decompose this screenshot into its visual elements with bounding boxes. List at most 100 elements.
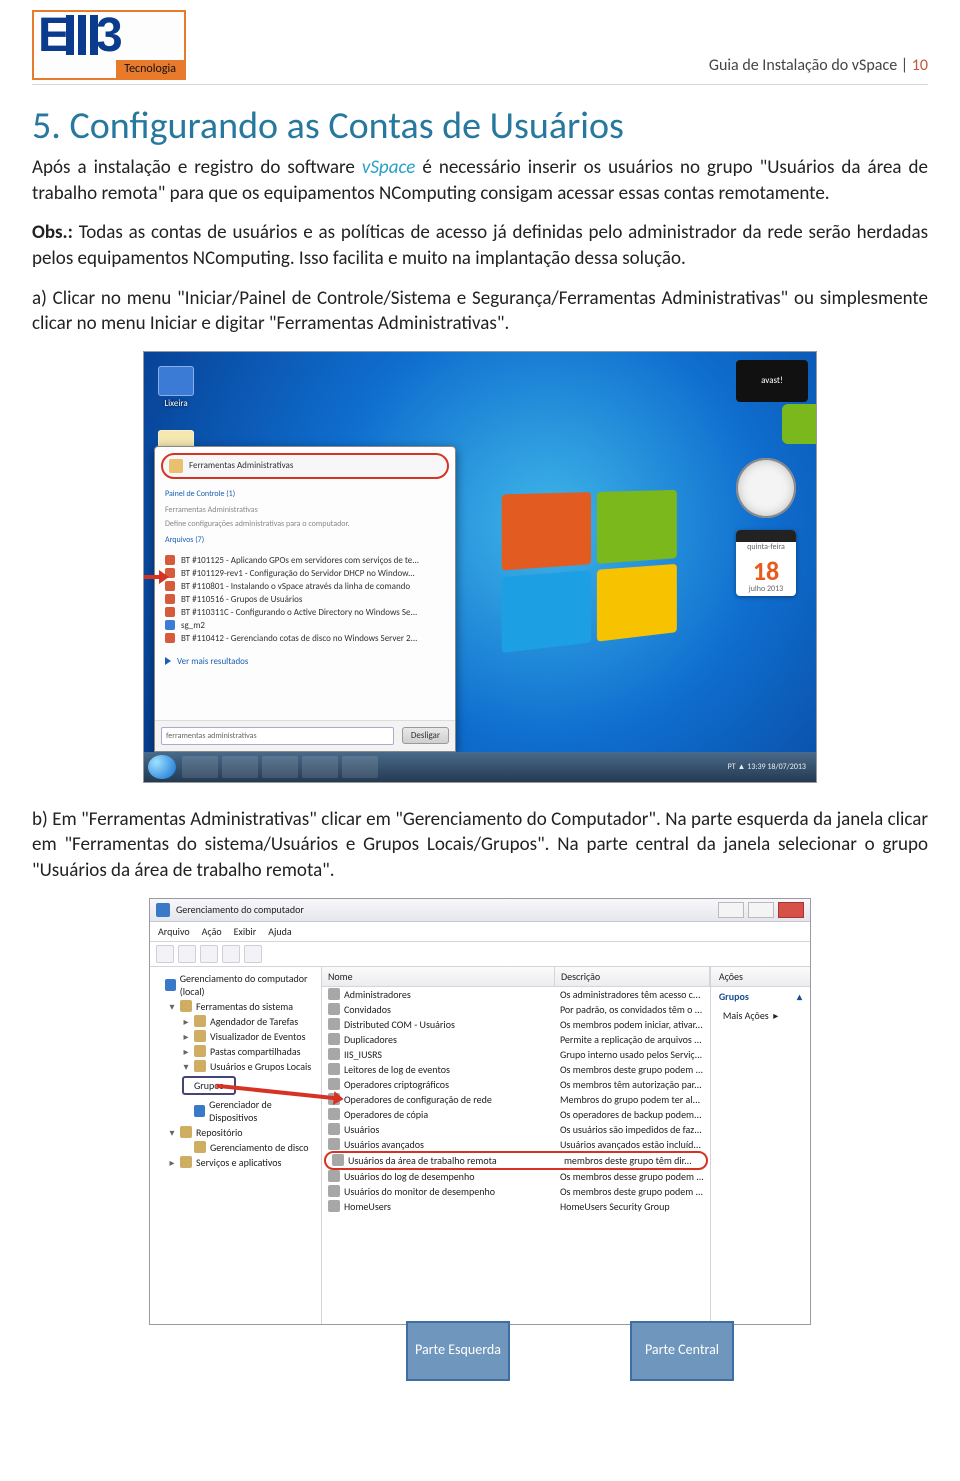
actions-header: Ações <box>711 967 810 987</box>
start-file-item[interactable]: BT #110516 - Grupos de Usuários <box>165 594 445 605</box>
start-hint-item[interactable]: Ferramentas Administrativas <box>155 503 455 517</box>
desktop-clock-gadget <box>736 458 796 518</box>
group-row[interactable]: Usuários do log de desempenhoOs membros … <box>322 1169 710 1184</box>
obs-label: Obs.: <box>32 221 73 244</box>
start-file-item[interactable]: BT #101125 - Aplicando GPOs em servidore… <box>165 555 445 566</box>
logo: E3 Tecnologia <box>32 10 186 80</box>
storage-icon <box>180 1126 192 1138</box>
label-parte-central: Parte Central <box>630 1321 734 1381</box>
start-result-ferramentas[interactable]: Ferramentas Administrativas <box>161 453 449 479</box>
minimize-button[interactable] <box>718 902 744 918</box>
start-file-item[interactable]: BT #110311C - Configurando o Active Dire… <box>165 607 445 618</box>
group-row[interactable]: Operadores de configuração de redeMembro… <box>322 1092 710 1107</box>
window-titlebar: Gerenciamento do computador <box>150 899 810 922</box>
group-icon <box>332 1154 344 1166</box>
actions-group: Grupos ▴ <box>711 987 810 1006</box>
group-row[interactable]: Usuários do monitor de desempenhoOs memb… <box>322 1184 710 1199</box>
tree-task-scheduler[interactable]: ▸Agendador de Tarefas <box>154 1014 317 1029</box>
gear-icon <box>180 1156 192 1168</box>
vspace-term: vSpace <box>362 156 415 179</box>
group-row[interactable]: Distributed COM - UsuáriosOs membros pod… <box>322 1017 710 1032</box>
group-row[interactable]: Operadores criptográficosOs membros têm … <box>322 1077 710 1092</box>
group-row[interactable]: ConvidadosPor padrão, os convidados têm … <box>322 1002 710 1017</box>
menu-exibir[interactable]: Exibir <box>234 925 257 938</box>
group-icon <box>328 1138 340 1150</box>
file-icon <box>165 555 175 565</box>
label-parte-esquerda: Parte Esquerda <box>406 1321 510 1381</box>
tree-shared-folders[interactable]: ▸Pastas compartilhadas <box>154 1044 317 1059</box>
shutdown-button[interactable]: Desligar <box>402 727 449 744</box>
start-see-more[interactable]: Ver mais resultados <box>155 650 455 673</box>
start-search-input[interactable]: ferramentas administrativas <box>161 727 394 745</box>
taskbar: PT ▲ 13:39 18/07/2013 <box>144 752 816 782</box>
clock-icon <box>194 1015 206 1027</box>
toolbar <box>150 942 810 967</box>
toolbar-up-icon[interactable] <box>200 945 218 963</box>
desktop-icon-recycle[interactable]: Lixeira <box>158 366 194 409</box>
meta-title: Guia de Instalação do vSpace <box>709 56 897 75</box>
computer-icon <box>165 979 176 991</box>
group-row[interactable]: Usuários avançadosUsuários avançados est… <box>322 1137 710 1152</box>
tree-pane: Gerenciamento do computador (local) ▾Fer… <box>150 967 322 1324</box>
group-icon <box>328 1033 340 1045</box>
taskbar-button[interactable] <box>342 756 378 778</box>
file-icon <box>165 607 175 617</box>
app-icon <box>156 903 170 917</box>
page-meta: Guia de Instalação do vSpace | 10 <box>709 56 928 75</box>
start-orb-icon[interactable] <box>148 755 176 779</box>
taskbar-button[interactable] <box>262 756 298 778</box>
logo-subtext: Tecnologia <box>116 60 184 78</box>
start-file-item[interactable]: BT #110801 - Instalando o vSpace através… <box>165 581 445 592</box>
tree-disk-management[interactable]: Gerenciamento de disco <box>154 1140 317 1155</box>
chevron-right-icon <box>165 657 171 665</box>
group-icon <box>328 988 340 1000</box>
folder-icon <box>194 1045 206 1057</box>
group-row[interactable]: Operadores de cópiaOs operadores de back… <box>322 1107 710 1122</box>
tree-system-tools[interactable]: ▾Ferramentas do sistema <box>154 999 317 1014</box>
group-icon <box>328 1018 340 1030</box>
start-file-list: BT #101125 - Aplicando GPOs em servidore… <box>155 549 455 650</box>
disk-icon <box>194 1141 206 1153</box>
menu-acao[interactable]: Ação <box>202 925 222 938</box>
taskbar-button[interactable] <box>302 756 338 778</box>
taskbar-button[interactable] <box>182 756 218 778</box>
group-row[interactable]: UsuáriosOs usuários são impedidos de faz… <box>322 1122 710 1137</box>
toolbar-help-icon[interactable] <box>244 945 262 963</box>
group-row[interactable]: HomeUsersHomeUsers Security Group <box>322 1199 710 1214</box>
group-row[interactable]: Leitores de log de eventosOs membros des… <box>322 1062 710 1077</box>
windows-logo-icon <box>502 490 677 653</box>
group-row[interactable]: AdministradoresOs administradores têm ac… <box>322 987 710 1002</box>
section-title: 5. Configurando as Contas de Usuários <box>32 103 928 149</box>
column-header-name[interactable]: Nome <box>322 967 555 986</box>
logo-stripes <box>66 15 98 55</box>
menu-arquivo[interactable]: Arquivo <box>158 925 190 938</box>
chevron-up-icon[interactable]: ▴ <box>797 990 802 1003</box>
system-tray[interactable]: PT ▲ 13:39 18/07/2013 <box>728 762 806 772</box>
tree-device-manager[interactable]: Gerenciador de Dispositivos <box>154 1097 317 1125</box>
menu-ajuda[interactable]: Ajuda <box>268 925 291 938</box>
taskbar-button[interactable] <box>222 756 258 778</box>
column-header-desc[interactable]: Descrição <box>555 967 710 986</box>
start-file-item[interactable]: BT #101129-rev1 - Configuração do Servid… <box>165 568 445 579</box>
device-icon <box>194 1105 205 1117</box>
toolbar-refresh-icon[interactable] <box>222 945 240 963</box>
group-icon <box>328 1200 340 1212</box>
toolbar-forward-icon[interactable] <box>178 945 196 963</box>
group-row[interactable]: IIS_IUSRSGrupo interno usado pelos Servi… <box>322 1047 710 1062</box>
tree-root[interactable]: Gerenciamento do computador (local) <box>154 971 317 999</box>
group-row-highlighted[interactable]: Usuários da área de trabalho remotamembr… <box>324 1151 708 1170</box>
tree-storage[interactable]: ▾Repositório <box>154 1125 317 1140</box>
toolbar-back-icon[interactable] <box>156 945 174 963</box>
avast-badge: avast! <box>736 360 808 402</box>
group-icon <box>328 1123 340 1135</box>
actions-more[interactable]: Mais Ações ▸ <box>711 1006 810 1025</box>
tree-event-viewer[interactable]: ▸Visualizador de Eventos <box>154 1029 317 1044</box>
page-number: 10 <box>912 56 928 75</box>
maximize-button[interactable] <box>748 902 774 918</box>
group-row[interactable]: DuplicadoresPermite a replicação de arqu… <box>322 1032 710 1047</box>
tree-users-groups[interactable]: ▾Usuários e Grupos Locais <box>154 1059 317 1074</box>
close-button[interactable] <box>778 902 804 918</box>
tree-services[interactable]: ▸Serviços e aplicativos <box>154 1155 317 1170</box>
start-file-item[interactable]: BT #110412 - Gerenciando cotas de disco … <box>165 633 445 644</box>
start-file-item[interactable]: sg_m2 <box>165 620 445 631</box>
